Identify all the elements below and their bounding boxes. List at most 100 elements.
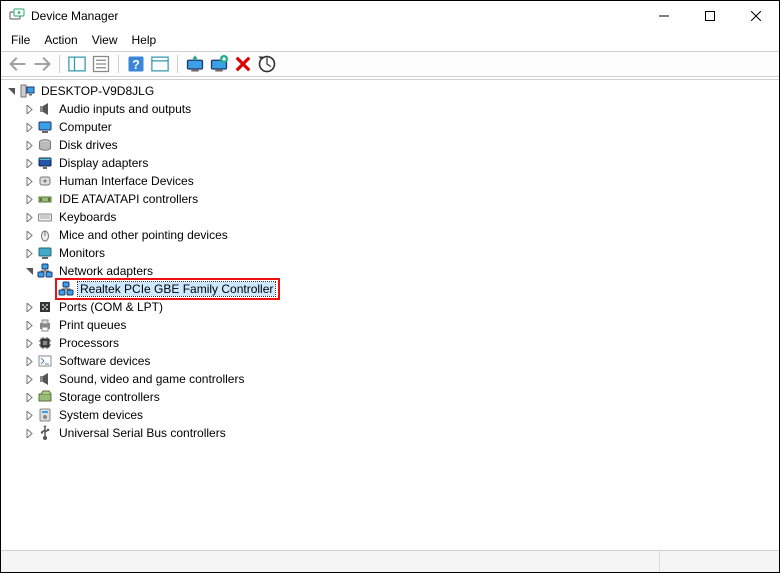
expand-arrow-icon[interactable] — [23, 229, 35, 241]
tree-category-label: System devices — [57, 408, 145, 422]
tree-category-label: Universal Serial Bus controllers — [57, 426, 228, 440]
scan-hardware-button[interactable] — [256, 54, 278, 74]
properties-button[interactable] — [90, 54, 112, 74]
network-icon — [37, 263, 53, 279]
menu-help[interactable]: Help — [132, 33, 157, 47]
tree-category-label: Network adapters — [57, 264, 155, 278]
tree-category-node[interactable]: Audio inputs and outputs — [23, 100, 775, 118]
tree-device-label: Realtek PCIe GBE Family Controller — [78, 282, 275, 296]
tree-category-label: Display adapters — [57, 156, 150, 170]
expand-arrow-icon[interactable] — [23, 103, 35, 115]
tree-category-label: Print queues — [57, 318, 128, 332]
expand-arrow-icon[interactable] — [23, 121, 35, 133]
menu-view[interactable]: View — [92, 33, 118, 47]
status-bar — [1, 550, 779, 572]
expand-arrow-icon[interactable] — [23, 247, 35, 259]
tree-category-label: Disk drives — [57, 138, 120, 152]
tree-category-node[interactable]: Processors — [23, 334, 775, 352]
tree-category-node[interactable]: Universal Serial Bus controllers — [23, 424, 775, 442]
tree-category-node[interactable]: Ports (COM & LPT) — [23, 298, 775, 316]
tree-category-node[interactable]: Display adapters — [23, 154, 775, 172]
tree-category-node[interactable]: Mice and other pointing devices — [23, 226, 775, 244]
back-button[interactable] — [7, 54, 29, 74]
tree-category-label: Sound, video and game controllers — [57, 372, 246, 386]
menu-file[interactable]: File — [11, 33, 30, 47]
disk-icon — [37, 137, 53, 153]
storage-icon — [37, 389, 53, 405]
disable-device-button[interactable] — [232, 54, 254, 74]
tree-category-label: Storage controllers — [57, 390, 162, 404]
printer-icon — [37, 317, 53, 333]
tree-category-label: Human Interface Devices — [57, 174, 196, 188]
menu-action[interactable]: Action — [44, 33, 77, 47]
expand-arrow-icon[interactable] — [23, 355, 35, 367]
expand-arrow-icon[interactable] — [23, 427, 35, 439]
device-tree[interactable]: DESKTOP-V9D8JLG Audio inputs and outputs C… — [1, 79, 779, 546]
tree-category-label: Monitors — [57, 246, 107, 260]
expand-arrow-icon[interactable] — [23, 409, 35, 421]
computer-icon — [19, 83, 35, 99]
tree-category-node[interactable]: Human Interface Devices — [23, 172, 775, 190]
cpu-icon — [37, 335, 53, 351]
window-title: Device Manager — [31, 9, 641, 23]
expand-arrow-icon[interactable] — [23, 301, 35, 313]
network-icon — [58, 281, 74, 297]
toolbar-separator — [177, 55, 178, 73]
software-icon — [37, 353, 53, 369]
tree-category-label: Computer — [57, 120, 114, 134]
expand-arrow-icon[interactable] — [23, 337, 35, 349]
monitor-icon — [37, 245, 53, 261]
speaker-icon — [37, 101, 53, 117]
menubar: File Action View Help — [1, 31, 779, 51]
hid-icon — [37, 173, 53, 189]
tree-category-label: Software devices — [57, 354, 152, 368]
uninstall-device-button[interactable] — [208, 54, 230, 74]
tree-category-label: Processors — [57, 336, 121, 350]
expand-arrow-icon[interactable] — [23, 157, 35, 169]
tree-category-label: Keyboards — [57, 210, 118, 224]
collapse-arrow-icon[interactable] — [23, 265, 35, 277]
tree-category-node[interactable]: Disk drives — [23, 136, 775, 154]
tree-category-node[interactable]: Print queues — [23, 316, 775, 334]
expand-arrow-icon[interactable] — [23, 139, 35, 151]
keyboard-icon — [37, 209, 53, 225]
update-driver-button[interactable] — [184, 54, 206, 74]
mouse-icon — [37, 227, 53, 243]
tree-category-node[interactable]: Keyboards — [23, 208, 775, 226]
tree-category-node[interactable]: Computer — [23, 118, 775, 136]
tree-category-node[interactable]: Storage controllers — [23, 388, 775, 406]
tree-category-node[interactable]: IDE ATA/ATAPI controllers — [23, 190, 775, 208]
display-icon — [37, 155, 53, 171]
expand-arrow-icon[interactable] — [23, 319, 35, 331]
tree-category-node[interactable]: Software devices — [23, 352, 775, 370]
tree-root-node[interactable]: DESKTOP-V9D8JLG — [5, 82, 775, 100]
forward-button[interactable] — [31, 54, 53, 74]
expand-arrow-icon[interactable] — [23, 211, 35, 223]
expand-arrow-icon[interactable] — [23, 175, 35, 187]
minimize-button[interactable] — [641, 1, 687, 31]
expand-arrow-icon[interactable] — [23, 391, 35, 403]
status-cell — [1, 551, 660, 572]
tutorial-highlight: Realtek PCIe GBE Family Controller — [55, 278, 280, 300]
tree-category-node[interactable]: System devices — [23, 406, 775, 424]
tree-category-node[interactable]: Sound, video and game controllers — [23, 370, 775, 388]
tree-device-node[interactable]: Realtek PCIe GBE Family Controller — [41, 280, 775, 298]
help-button[interactable]: ? — [125, 54, 147, 74]
svg-text:?: ? — [132, 58, 140, 72]
tree-category-label: Mice and other pointing devices — [57, 228, 230, 242]
maximize-button[interactable] — [687, 1, 733, 31]
toolbar-separator — [118, 55, 119, 73]
status-cell — [660, 551, 779, 572]
close-button[interactable] — [733, 1, 779, 31]
titlebar: Device Manager — [1, 1, 779, 31]
tree-category-label: Audio inputs and outputs — [57, 102, 193, 116]
expand-arrow-icon[interactable] — [23, 373, 35, 385]
show-hide-tree-button[interactable] — [66, 54, 88, 74]
tree-category-node[interactable]: Monitors — [23, 244, 775, 262]
expand-arrow-icon[interactable] — [23, 193, 35, 205]
expand-arrow-icon[interactable] — [5, 85, 17, 97]
action-flyout-button[interactable] — [149, 54, 171, 74]
tree-category-label: Ports (COM & LPT) — [57, 300, 165, 314]
speaker-icon — [37, 371, 53, 387]
app-icon — [9, 8, 25, 24]
